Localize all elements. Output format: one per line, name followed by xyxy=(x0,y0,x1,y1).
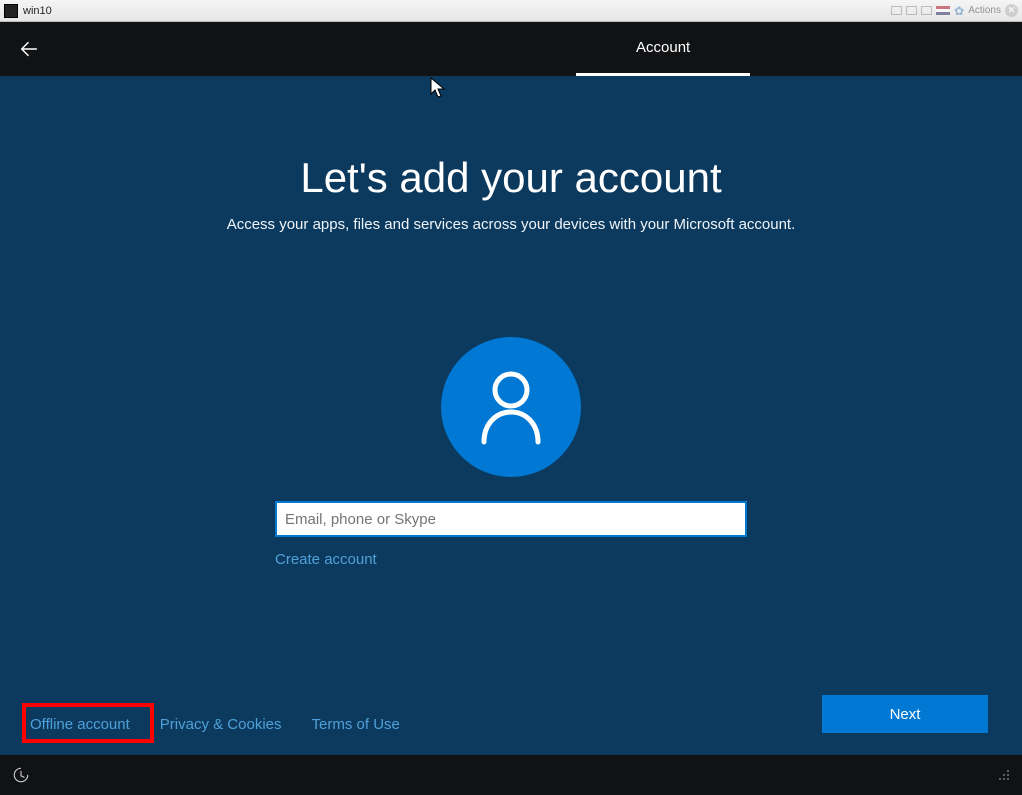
vm-window2-icon[interactable] xyxy=(921,6,932,15)
ease-of-access-icon[interactable] xyxy=(12,766,30,784)
vm-title: win10 xyxy=(23,5,52,17)
page-heading: Let's add your account xyxy=(0,154,1022,202)
account-avatar xyxy=(441,337,581,477)
vm-window-icon[interactable] xyxy=(906,6,917,15)
terms-of-use-link[interactable]: Terms of Use xyxy=(312,716,400,733)
vm-flag-icon xyxy=(936,6,950,15)
oobe-header: Account xyxy=(0,22,1022,76)
vm-app-icon xyxy=(4,4,18,18)
oobe-window: Account Let's add your account Access yo… xyxy=(0,22,1022,795)
email-field[interactable] xyxy=(275,501,747,537)
vm-display-icon[interactable] xyxy=(891,6,902,15)
offline-account-link[interactable]: Offline account xyxy=(30,716,130,733)
next-button[interactable]: Next xyxy=(822,695,988,733)
resize-grip-icon xyxy=(998,769,1010,781)
privacy-cookies-link[interactable]: Privacy & Cookies xyxy=(160,716,282,733)
create-account-link[interactable]: Create account xyxy=(275,551,747,568)
oobe-body: Let's add your account Access your apps,… xyxy=(0,76,1022,755)
tab-account[interactable]: Account xyxy=(576,22,750,76)
vm-titlebar-controls: ✿ Actions ✕ xyxy=(891,4,1018,18)
tab-account-label: Account xyxy=(636,39,690,56)
footer-links: Offline account Privacy & Cookies Terms … xyxy=(30,716,400,733)
page-subheading: Access your apps, files and services acr… xyxy=(0,216,1022,233)
vm-actions-label[interactable]: Actions xyxy=(968,5,1001,16)
person-icon xyxy=(476,368,546,446)
arrow-left-icon xyxy=(18,38,40,60)
vm-titlebar: win10 ✿ Actions ✕ xyxy=(0,0,1022,22)
back-button[interactable] xyxy=(8,28,50,70)
close-icon[interactable]: ✕ xyxy=(1005,4,1018,17)
oobe-taskbar xyxy=(0,755,1022,795)
gear-icon[interactable]: ✿ xyxy=(954,4,964,18)
